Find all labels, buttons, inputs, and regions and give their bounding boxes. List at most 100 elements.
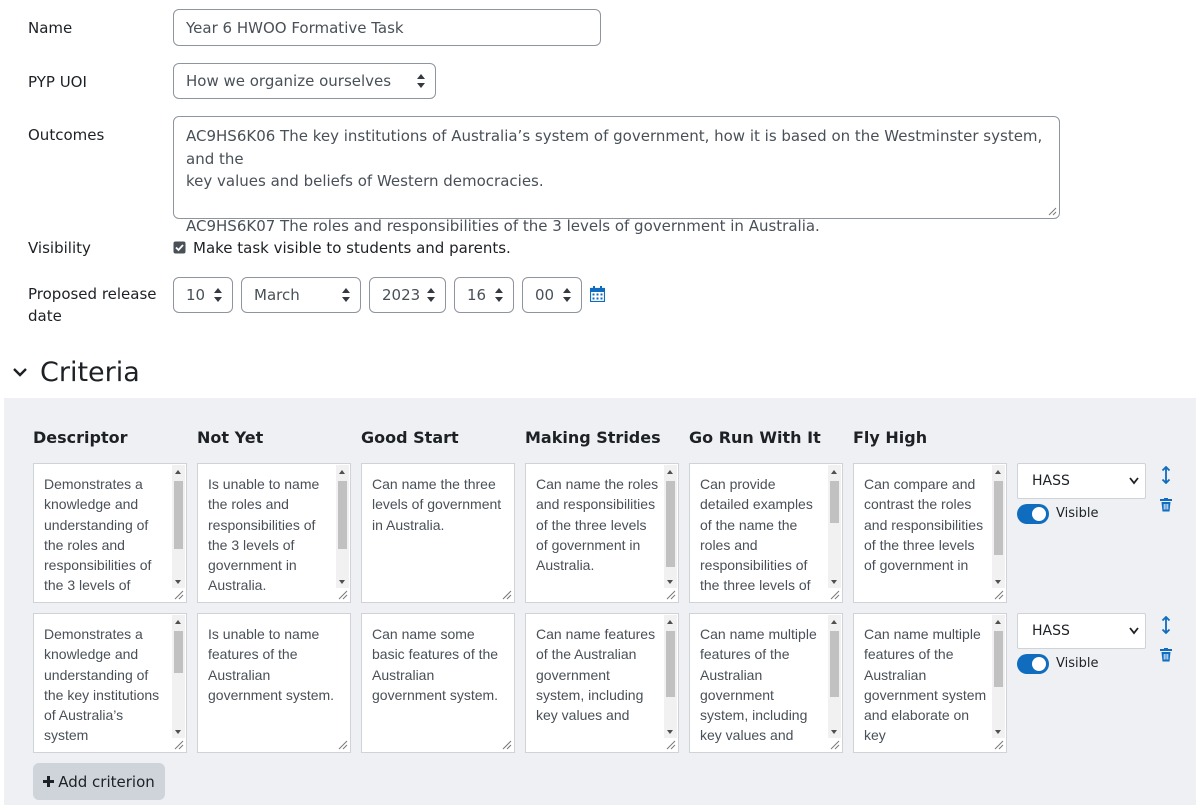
trash-icon[interactable] xyxy=(1160,648,1172,662)
criterion-cell[interactable]: Can name some basic features of the Aust… xyxy=(361,613,515,753)
criterion-cell[interactable]: Can name features of the Australian gove… xyxy=(525,613,679,753)
move-icon[interactable] xyxy=(1160,466,1172,484)
resize-grip-icon[interactable] xyxy=(666,740,676,750)
scrollbar[interactable] xyxy=(172,465,185,588)
release-label: Proposed release date xyxy=(28,283,157,327)
criterion-cell[interactable]: Demonstrates a knowledge and understandi… xyxy=(33,613,187,753)
select-caret-icon xyxy=(342,288,350,302)
cell-text: Is unable to name features of the Austra… xyxy=(208,626,335,703)
strand-select[interactable]: HASS xyxy=(1017,463,1146,499)
scrollbar[interactable] xyxy=(992,465,1005,588)
cell-text: Can name the roles and responsibilities … xyxy=(536,476,659,574)
release-year-select[interactable]: 2023 xyxy=(369,277,446,313)
criteria-title: Criteria xyxy=(40,356,140,388)
criterion-cell[interactable]: Is unable to name the roles and responsi… xyxy=(197,463,351,603)
select-caret-icon xyxy=(427,288,435,302)
uoi-select-value: How we organize ourselves xyxy=(186,72,392,90)
release-day-select[interactable]: 10 xyxy=(173,277,233,313)
scrollbar[interactable] xyxy=(172,615,185,738)
chevron-down-icon xyxy=(13,368,27,377)
release-month-value: March xyxy=(254,286,300,304)
criterion-cell[interactable]: Demonstrates a knowledge and understandi… xyxy=(33,463,187,603)
release-minute-select[interactable]: 00 xyxy=(522,277,582,313)
cell-text: Can provide detailed examples of the nam… xyxy=(700,476,813,594)
name-input[interactable]: Year 6 HWOO Formative Task xyxy=(173,9,601,46)
resize-grip-icon[interactable] xyxy=(994,590,1004,600)
resize-grip-icon[interactable] xyxy=(174,740,184,750)
trash-icon[interactable] xyxy=(1160,498,1172,512)
criterion-cell[interactable]: Can name multiple features of the Austra… xyxy=(689,613,843,753)
resize-grip-icon[interactable] xyxy=(338,740,348,750)
criterion-cell[interactable]: Can name multiple features of the Austra… xyxy=(853,613,1007,753)
visibility-text: Make task visible to students and parent… xyxy=(193,239,511,257)
cell-text: Demonstrates a knowledge and understandi… xyxy=(44,626,160,744)
criterion-cell[interactable]: Is unable to name features of the Austra… xyxy=(197,613,351,753)
resize-grip-icon[interactable] xyxy=(338,590,348,600)
outcomes-label: Outcomes xyxy=(28,126,105,144)
resize-grip-icon[interactable] xyxy=(1048,207,1057,216)
select-caret-icon xyxy=(563,288,571,302)
column-header-good-start: Good Start xyxy=(361,428,459,447)
outcomes-line-2: key values and beliefs of Western democr… xyxy=(186,172,544,190)
criterion-cell[interactable]: Can provide detailed examples of the nam… xyxy=(689,463,843,603)
criterion-cell[interactable]: Can name the roles and responsibilities … xyxy=(525,463,679,603)
visible-toggle[interactable] xyxy=(1017,504,1049,524)
cell-text: Can compare and contrast the roles and r… xyxy=(864,476,984,574)
select-caret-icon xyxy=(417,74,425,88)
column-header-not-yet: Not Yet xyxy=(197,428,264,447)
resize-grip-icon[interactable] xyxy=(830,590,840,600)
column-header-descriptor: Descriptor xyxy=(33,428,128,447)
cell-text: Can name features of the Australian gove… xyxy=(536,626,656,724)
uoi-label: PYP UOI xyxy=(28,73,87,91)
scrollbar[interactable] xyxy=(992,615,1005,738)
add-criterion-button[interactable]: Add criterion xyxy=(33,763,165,800)
select-caret-icon xyxy=(495,288,503,302)
release-label-line1: Proposed release xyxy=(28,285,157,303)
scrollbar[interactable] xyxy=(664,465,677,588)
scrollbar[interactable] xyxy=(828,465,841,588)
release-day-value: 10 xyxy=(186,286,206,304)
resize-grip-icon[interactable] xyxy=(666,590,676,600)
plus-icon xyxy=(43,776,55,787)
release-month-select[interactable]: March xyxy=(241,277,361,313)
column-header-making-strides: Making Strides xyxy=(525,428,661,447)
strand-select[interactable]: HASS xyxy=(1017,613,1146,649)
resize-grip-icon[interactable] xyxy=(502,740,512,750)
cell-text: Demonstrates a knowledge and understandi… xyxy=(44,476,152,594)
add-criterion-label: Add criterion xyxy=(58,772,155,791)
name-label: Name xyxy=(28,19,73,37)
visibility-label: Visibility xyxy=(28,239,91,257)
strand-select-value: HASS xyxy=(1032,623,1070,639)
outcomes-line-1: AC9HS6K06 The key institutions of Austra… xyxy=(186,127,1043,168)
scrollbar[interactable] xyxy=(336,465,349,588)
scrollbar[interactable] xyxy=(664,615,677,738)
column-header-fly-high: Fly High xyxy=(853,428,928,447)
cell-text: Can name some basic features of the Aust… xyxy=(372,626,499,703)
uoi-select[interactable]: How we organize ourselves xyxy=(173,63,436,99)
scrollbar[interactable] xyxy=(828,615,841,738)
chevron-down-icon xyxy=(1129,627,1139,635)
visible-label: Visible xyxy=(1056,506,1099,521)
calendar-icon[interactable] xyxy=(590,286,605,302)
select-caret-icon xyxy=(214,288,222,302)
resize-grip-icon[interactable] xyxy=(830,740,840,750)
visible-toggle[interactable] xyxy=(1017,654,1049,674)
column-header-go-run-with-it: Go Run With It xyxy=(689,428,821,447)
criterion-cell[interactable]: Can name the three levels of government … xyxy=(361,463,515,603)
release-year-value: 2023 xyxy=(382,286,421,304)
visible-label: Visible xyxy=(1056,656,1099,671)
strand-select-value: HASS xyxy=(1032,473,1070,489)
release-hour-select[interactable]: 16 xyxy=(454,277,514,313)
chevron-down-icon xyxy=(1129,477,1139,485)
visibility-checkbox[interactable] xyxy=(173,241,186,254)
criteria-section-toggle[interactable]: Criteria xyxy=(12,352,140,392)
criterion-cell[interactable]: Can compare and contrast the roles and r… xyxy=(853,463,1007,603)
resize-grip-icon[interactable] xyxy=(502,590,512,600)
move-icon[interactable] xyxy=(1160,616,1172,634)
resize-grip-icon[interactable] xyxy=(994,740,1004,750)
cell-text: Can name multiple features of the Austra… xyxy=(864,626,987,744)
release-hour-value: 16 xyxy=(467,286,487,304)
resize-grip-icon[interactable] xyxy=(174,590,184,600)
outcomes-textarea[interactable]: AC9HS6K06 The key institutions of Austra… xyxy=(173,116,1060,235)
release-minute-value: 00 xyxy=(535,286,555,304)
